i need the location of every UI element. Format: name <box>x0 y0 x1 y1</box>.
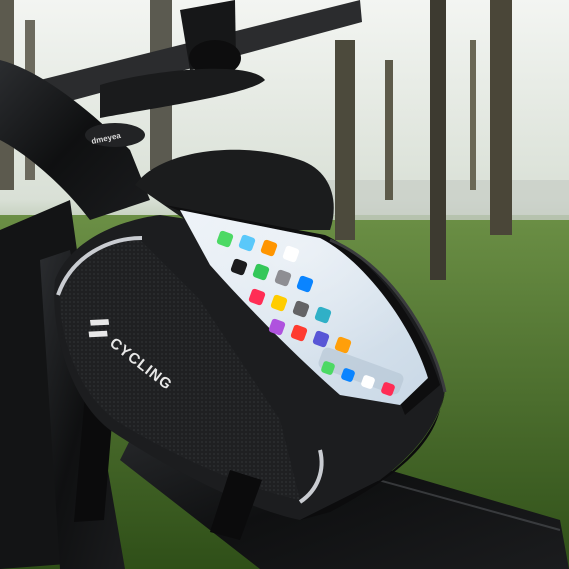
product-photo: dmeyea CYCLING <box>0 0 569 569</box>
